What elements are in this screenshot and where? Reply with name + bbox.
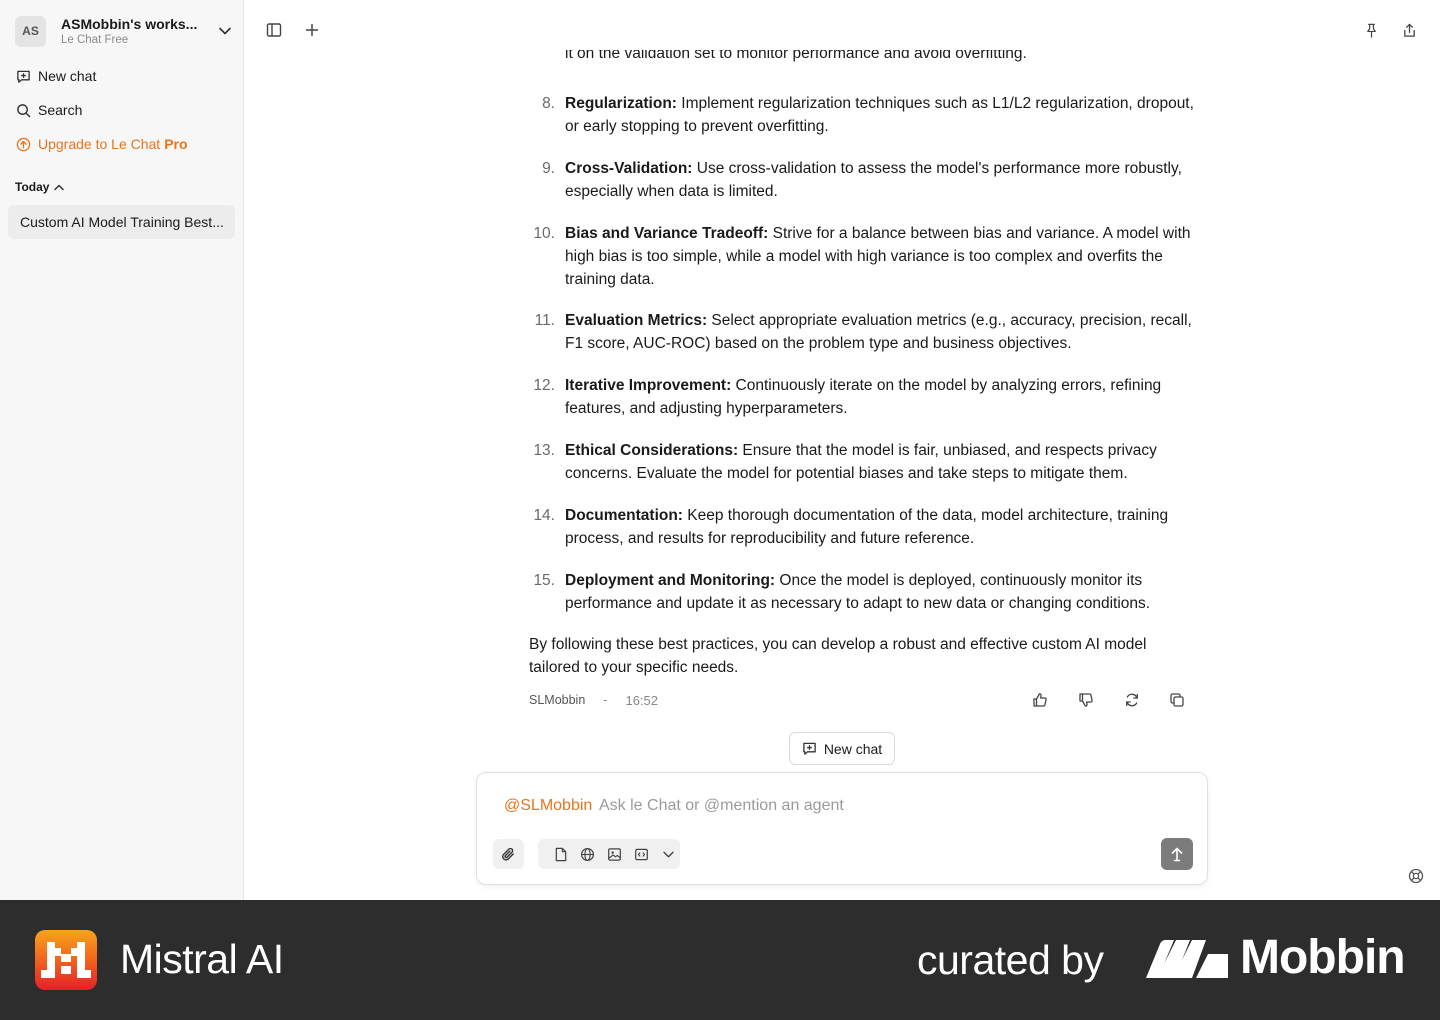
sidebar-search-label: Search bbox=[38, 102, 83, 118]
composer[interactable]: @SLMobbin Ask le Chat or @mention an age… bbox=[476, 772, 1208, 885]
thumbs-down-icon[interactable] bbox=[1076, 690, 1096, 710]
list-item: 10. Bias and Variance Tradeoff: Strive f… bbox=[533, 225, 1191, 288]
curated-by-label: curated by bbox=[917, 937, 1104, 983]
message-meta: SLMobbin - 16:52 bbox=[529, 690, 658, 710]
sidebar-new-chat[interactable]: New chat bbox=[15, 65, 96, 87]
workspace-plan: Le Chat Free bbox=[61, 33, 129, 46]
list-item: 14. Documentation: Keep thorough documen… bbox=[533, 507, 1169, 547]
list-item: 8. Regularization: Implement regularizat… bbox=[542, 95, 1194, 135]
paperclip-icon bbox=[502, 847, 514, 861]
globe-icon[interactable] bbox=[579, 846, 596, 863]
sidebar: AS ASMobbin's works... Le Chat Free New … bbox=[0, 0, 244, 900]
thumbs-up-icon[interactable] bbox=[1030, 690, 1050, 710]
arrow-up-icon bbox=[1171, 847, 1183, 862]
plus-icon[interactable] bbox=[303, 21, 321, 39]
new-chat-icon bbox=[15, 68, 31, 84]
new-chat-button-label: New chat bbox=[823, 740, 883, 757]
new-chat-icon bbox=[802, 741, 818, 757]
workspace-switcher[interactable]: AS ASMobbin's works... Le Chat Free bbox=[15, 14, 233, 48]
mobbin-wordmark: Mobbin bbox=[1240, 931, 1406, 984]
avatar: AS bbox=[15, 15, 46, 47]
regenerate-icon[interactable] bbox=[1122, 690, 1142, 710]
footer-banner: Mistral AI curated by Mobbin bbox=[0, 900, 1440, 1020]
pin-icon[interactable] bbox=[1362, 21, 1380, 39]
list-item: 12. Iterative Improvement: Continuously … bbox=[533, 377, 1162, 417]
agent-mention[interactable]: @SLMobbin bbox=[504, 797, 592, 815]
list-item: 11. Evaluation Metrics: Select appropria… bbox=[534, 312, 1192, 352]
new-chat-button[interactable]: New chat bbox=[789, 732, 895, 765]
sidebar-upgrade[interactable]: Upgrade to Le Chat Pro bbox=[15, 133, 188, 155]
brand-name: Mistral AI bbox=[120, 936, 284, 982]
chevron-down-icon[interactable] bbox=[660, 846, 677, 863]
history-item[interactable]: Custom AI Model Training Best... bbox=[8, 205, 235, 239]
sidebar-search[interactable]: Search bbox=[15, 99, 82, 121]
send-button[interactable] bbox=[1161, 838, 1193, 870]
share-icon[interactable] bbox=[1400, 21, 1418, 39]
section-today[interactable]: Today bbox=[15, 178, 65, 196]
tools-toolbar bbox=[538, 839, 680, 869]
clipped-line: it on the validation set to monitor perf… bbox=[565, 50, 1027, 62]
workspace-name: ASMobbin's works... bbox=[61, 15, 198, 32]
upgrade-label: Upgrade to Le Chat bbox=[38, 136, 161, 152]
upgrade-icon bbox=[15, 136, 31, 152]
mobbin-logo-icon bbox=[1146, 940, 1228, 978]
image-icon[interactable] bbox=[606, 846, 623, 863]
sidebar-toggle-icon[interactable] bbox=[265, 21, 283, 39]
meta-separator: - bbox=[603, 693, 608, 707]
message-author: SLMobbin bbox=[529, 693, 586, 707]
chevron-down-icon[interactable] bbox=[217, 23, 233, 39]
closing-paragraph: By following these best practices, you c… bbox=[529, 636, 1147, 676]
message-input[interactable]: Ask le Chat or @mention an agent bbox=[599, 797, 844, 815]
sidebar-new-chat-label: New chat bbox=[38, 68, 97, 84]
chevron-up-icon bbox=[54, 182, 65, 192]
document-icon[interactable] bbox=[552, 846, 569, 863]
code-icon[interactable] bbox=[633, 846, 650, 863]
attach-button[interactable] bbox=[493, 839, 524, 869]
list-item: 15. Deployment and Monitoring: Once the … bbox=[533, 572, 1151, 612]
mistral-logo-icon bbox=[35, 930, 97, 990]
help-icon[interactable] bbox=[1407, 867, 1425, 885]
section-today-label: Today bbox=[15, 180, 50, 194]
upgrade-pro-label: Pro bbox=[164, 136, 188, 152]
list-item: 9. Cross-Validation: Use cross-validatio… bbox=[542, 160, 1182, 200]
list-item: 13. Ethical Considerations: Ensure that … bbox=[533, 442, 1157, 482]
search-icon bbox=[15, 102, 31, 118]
copy-icon[interactable] bbox=[1167, 690, 1187, 710]
message-time: 16:52 bbox=[625, 692, 659, 708]
